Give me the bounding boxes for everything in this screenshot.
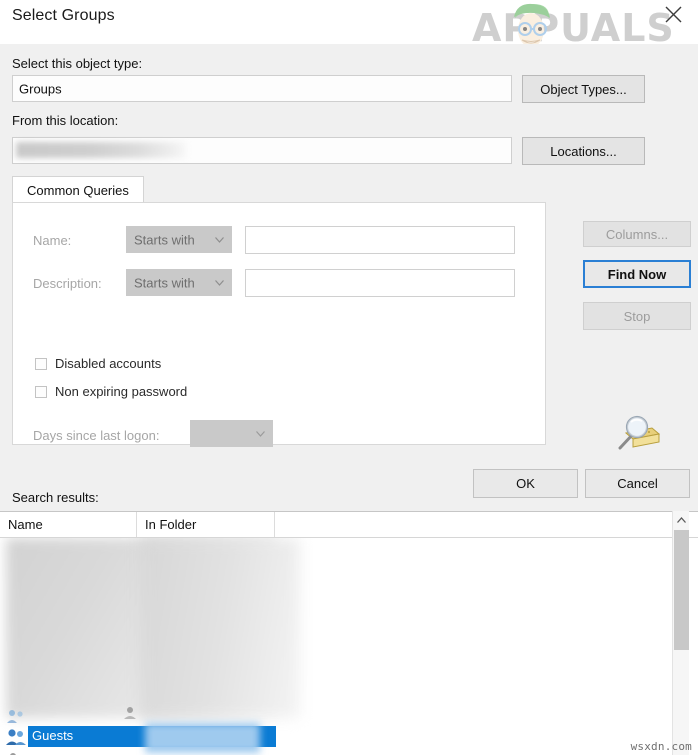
column-header-name[interactable]: Name [0,512,137,537]
redacted-results-block-folder [140,538,300,718]
listview-body[interactable]: Guests [0,538,676,755]
find-now-button[interactable]: Find Now [583,260,691,288]
close-button[interactable] [652,0,694,30]
vertical-scrollbar[interactable] [672,511,689,755]
location-label: From this location: [12,113,119,128]
columns-button[interactable]: Columns... [583,221,691,247]
days-since-last-logon-label: Days since last logon: [33,428,160,443]
tab-strip: Common Queries [12,176,546,203]
listview-header: Name In Folder [0,512,698,538]
days-since-last-logon-select[interactable] [190,420,273,447]
select-groups-dialog: Select Groups APPUALS Select this object… [0,0,698,755]
table-cell-name: Guests [32,728,74,743]
chevron-down-icon [256,430,265,437]
group-icon [7,710,23,723]
name-label: Name: [33,233,72,248]
group-icon [124,707,136,719]
stop-button[interactable]: Stop [583,302,691,330]
description-label: Description: [33,276,102,291]
search-results-listview: Name In Folder Guests [0,511,698,755]
description-condition-value: Starts with [134,275,195,290]
common-queries-panel: Name: Starts with Description: Starts wi… [12,202,546,447]
name-condition-value: Starts with [134,232,195,247]
dialog-body: Select this object type: Groups Object T… [0,44,698,511]
object-type-label: Select this object type: [12,56,143,71]
group-icon [6,729,26,745]
locations-button[interactable]: Locations... [522,137,645,165]
search-results-label: Search results: [12,490,99,505]
window-title: Select Groups [12,7,115,24]
chevron-down-icon [215,236,224,243]
name-condition-select[interactable]: Starts with [126,226,232,253]
chevron-down-icon [215,279,224,286]
checkbox-box [35,386,47,398]
site-watermark: wsxdn.com [630,740,692,753]
magnifier-folder-icon [618,415,661,450]
ok-button[interactable]: OK [473,469,578,498]
column-header-in-folder[interactable]: In Folder [137,512,275,537]
redacted-row-folder [145,723,260,753]
chevron-up-icon [676,516,686,523]
close-icon [665,6,682,23]
location-redacted-value [16,142,186,158]
description-condition-select[interactable]: Starts with [126,269,232,296]
scrollbar-thumb[interactable] [674,530,689,650]
cancel-button[interactable]: Cancel [585,469,690,498]
description-input[interactable] [245,269,515,297]
tab-common-queries[interactable]: Common Queries [12,176,144,203]
checkbox-box [35,358,47,370]
title-bar: Select Groups APPUALS [0,0,698,51]
object-type-value: Groups [19,81,62,96]
scrollbar-up-button[interactable] [673,511,689,528]
column-header-filler [275,512,676,537]
location-field[interactable] [12,137,512,164]
checkbox-label: Disabled accounts [55,356,162,371]
checkbox-label: Non expiring password [55,384,188,399]
object-type-field[interactable]: Groups [12,75,512,102]
name-input[interactable] [245,226,515,254]
group-icon [10,753,16,755]
object-types-button[interactable]: Object Types... [522,75,645,103]
